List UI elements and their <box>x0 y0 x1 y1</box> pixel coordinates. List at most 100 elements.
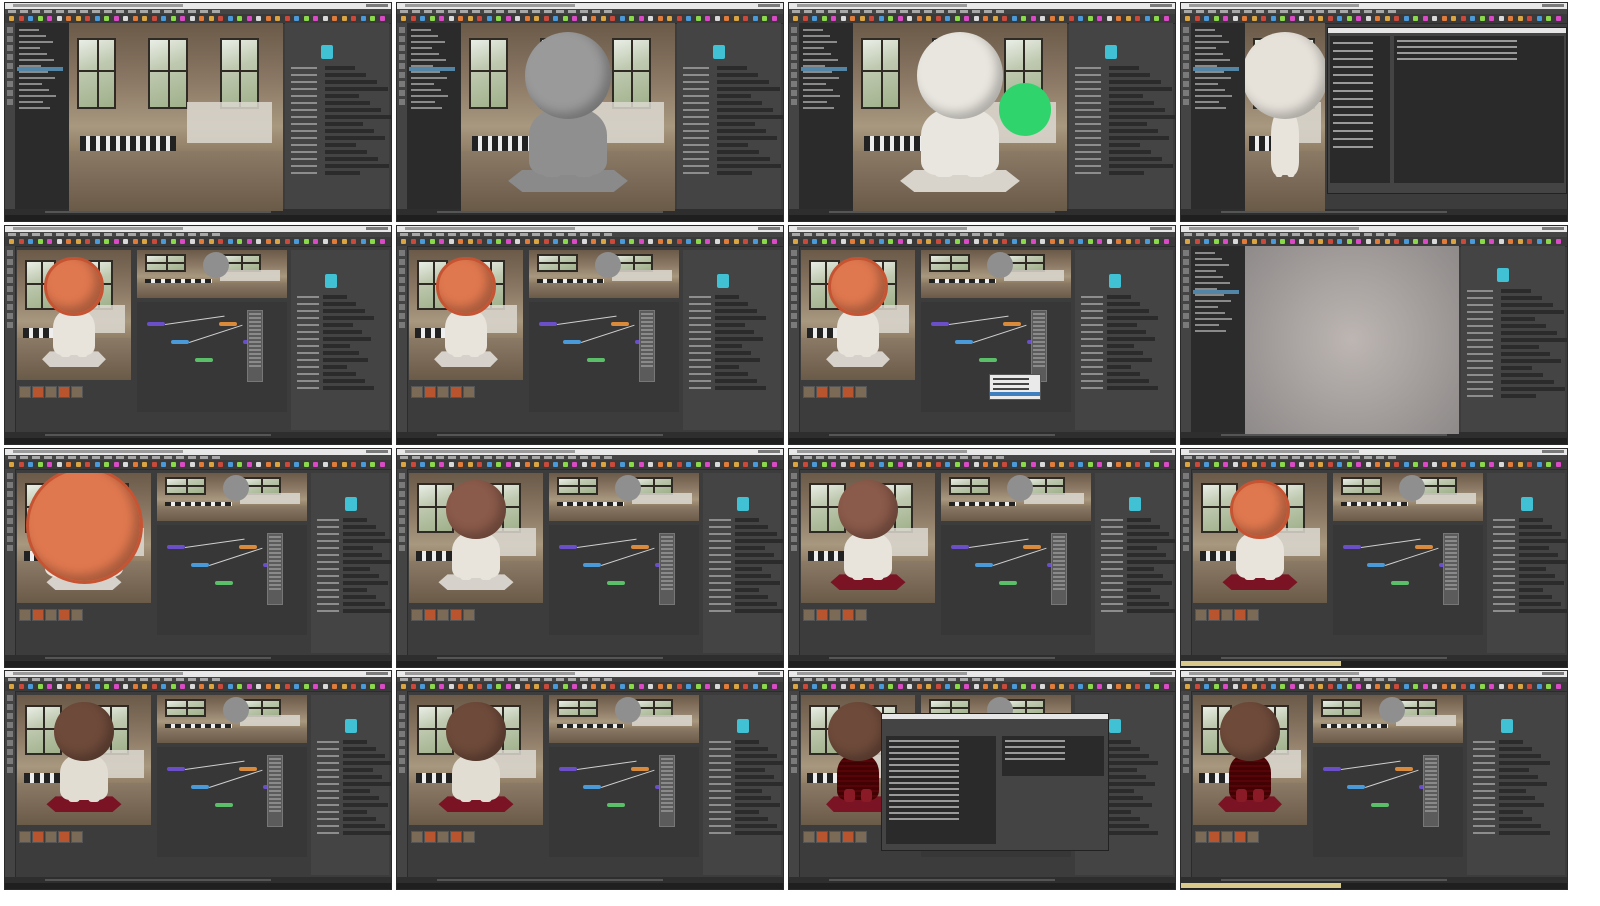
attr-field[interactable] <box>1127 539 1175 543</box>
render-thumbnail[interactable] <box>463 831 475 843</box>
attr-field[interactable] <box>735 817 768 821</box>
attr-field[interactable] <box>717 136 777 140</box>
shelf-icon[interactable] <box>553 239 558 244</box>
menu-item[interactable] <box>1244 10 1252 13</box>
shelf-icon[interactable] <box>1508 239 1513 244</box>
shelf-icon[interactable] <box>1185 462 1190 467</box>
perspective-view[interactable] <box>1313 695 1463 743</box>
shelf-icon[interactable] <box>1049 684 1055 689</box>
attr-field[interactable] <box>1501 296 1542 300</box>
attr-field[interactable] <box>1107 372 1140 376</box>
node-port[interactable] <box>661 758 673 760</box>
shelf-icon[interactable] <box>1223 684 1228 689</box>
shelf-icon[interactable] <box>793 239 798 244</box>
shelf-icon[interactable] <box>793 684 798 689</box>
shelf-icon[interactable] <box>714 462 720 467</box>
shelf-icon[interactable] <box>1011 462 1017 467</box>
outliner-item[interactable] <box>411 77 447 79</box>
menu-item[interactable] <box>520 456 528 459</box>
menu-item[interactable] <box>8 456 16 459</box>
window-controls[interactable] <box>366 4 388 7</box>
tool-icon[interactable] <box>791 286 797 292</box>
tool-icon[interactable] <box>399 54 405 60</box>
attr-field[interactable] <box>735 602 777 606</box>
node-port[interactable] <box>661 572 673 574</box>
shelf-icon[interactable] <box>1059 239 1064 244</box>
shelf-icon[interactable] <box>1194 239 1200 244</box>
attr-field[interactable] <box>1107 810 1131 814</box>
menu-item[interactable] <box>508 233 516 236</box>
shelf-icon[interactable] <box>477 462 482 467</box>
shelf-icon[interactable] <box>313 684 318 689</box>
shelf-icon[interactable] <box>534 462 539 467</box>
node-port[interactable] <box>1033 317 1045 319</box>
shelf-icon[interactable] <box>370 462 375 467</box>
shelf-icon[interactable] <box>973 684 979 689</box>
attr-field[interactable] <box>735 761 783 765</box>
shelf-icon[interactable] <box>1489 239 1494 244</box>
shader-node[interactable] <box>1395 767 1413 771</box>
shader-node[interactable] <box>607 803 625 807</box>
tool-icon[interactable] <box>791 740 797 746</box>
menu-item[interactable] <box>864 233 872 236</box>
attr-field[interactable] <box>1107 824 1149 828</box>
attr-field[interactable] <box>1107 323 1137 327</box>
attr-field[interactable] <box>1127 567 1154 571</box>
outliner-item[interactable] <box>803 47 824 49</box>
shelf-icon[interactable] <box>1261 684 1266 689</box>
shelf-icon[interactable] <box>18 239 24 244</box>
menu-item[interactable] <box>212 678 220 681</box>
tool-icon[interactable] <box>399 259 405 265</box>
shelf-icon[interactable] <box>1194 684 1200 689</box>
outliner-item[interactable] <box>411 83 434 85</box>
node-port[interactable] <box>1033 325 1045 327</box>
menu-item[interactable] <box>840 678 848 681</box>
shelf-icon[interactable] <box>294 684 299 689</box>
shelf-icon[interactable] <box>657 16 663 21</box>
folder-item[interactable] <box>1333 74 1373 76</box>
shelf-icon[interactable] <box>850 16 855 21</box>
shelf-icon[interactable] <box>151 684 157 689</box>
shelf-icon[interactable] <box>591 684 596 689</box>
folder-item[interactable] <box>1333 90 1373 92</box>
attr-field[interactable] <box>325 157 378 161</box>
shelf-icon[interactable] <box>983 16 988 21</box>
attr-field[interactable] <box>1107 789 1134 793</box>
range-slider[interactable] <box>1221 434 1447 436</box>
shelf-icon[interactable] <box>648 239 653 244</box>
node-port[interactable] <box>1445 568 1457 570</box>
node-port[interactable] <box>1033 357 1045 359</box>
menu-item[interactable] <box>20 456 28 459</box>
shelf-icon[interactable] <box>821 684 827 689</box>
menu-item[interactable] <box>1256 10 1264 13</box>
shelf-icon[interactable] <box>104 16 109 21</box>
node-port[interactable] <box>661 778 673 780</box>
shelf-icon[interactable] <box>1021 239 1026 244</box>
shelf-icon[interactable] <box>75 239 81 244</box>
shelf-icon[interactable] <box>524 684 530 689</box>
shelf-icon[interactable] <box>1040 684 1045 689</box>
attr-field[interactable] <box>1499 789 1526 793</box>
tool-icon[interactable] <box>1183 54 1189 60</box>
attr-field[interactable] <box>735 810 759 814</box>
shelf-icon[interactable] <box>1232 239 1238 244</box>
node-port[interactable] <box>661 540 673 542</box>
outliner-item[interactable] <box>411 59 446 61</box>
shelf-icon[interactable] <box>496 16 501 21</box>
shelf-icon[interactable] <box>743 16 748 21</box>
shelf-icon[interactable] <box>208 239 214 244</box>
tool-icon[interactable] <box>399 81 405 87</box>
shelf-icon[interactable] <box>686 16 691 21</box>
menu-item[interactable] <box>424 233 432 236</box>
range-slider[interactable] <box>1221 211 1447 213</box>
shelf-icon[interactable] <box>1517 462 1523 467</box>
menu-item[interactable] <box>1196 233 1204 236</box>
attr-field[interactable] <box>343 740 367 744</box>
shader-node[interactable] <box>951 545 969 549</box>
tool-icon[interactable] <box>399 322 405 328</box>
tool-icon[interactable] <box>399 72 405 78</box>
shelf-icon[interactable] <box>113 239 119 244</box>
outliner-item[interactable] <box>1195 59 1230 61</box>
shelf-icon[interactable] <box>37 684 43 689</box>
shelf-icon[interactable] <box>142 684 147 689</box>
